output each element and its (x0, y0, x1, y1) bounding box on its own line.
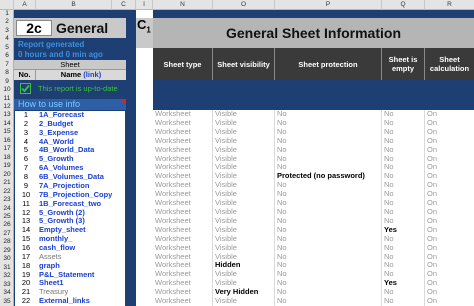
column-head-sheet-visibility: Sheet visibility (213, 48, 275, 80)
spacer-column (126, 10, 136, 306)
row-number[interactable]: 3 (0, 27, 14, 35)
column-head-sheet-type: Sheet type (153, 48, 213, 80)
sheet-group-header: Sheet (14, 60, 126, 70)
right-top-band (153, 10, 474, 18)
how-to-use-info-label: How to use info (18, 99, 81, 109)
list-item: 22 External_links (15, 296, 125, 306)
table-cell-type: Worksheet (155, 296, 191, 306)
row-number[interactable]: 25 (0, 213, 14, 221)
grid-divider (424, 110, 425, 306)
row-number[interactable]: 22 (0, 188, 14, 196)
row-number[interactable]: 29 (0, 247, 14, 255)
section-title: General (56, 20, 109, 36)
row-number[interactable]: 31 (0, 264, 14, 272)
row-number[interactable]: 5 (0, 44, 14, 52)
row-number[interactable]: 16 (0, 137, 14, 145)
list-item: 17 Assets (15, 252, 125, 262)
sheet-link[interactable]: External_links (39, 296, 90, 306)
row-number[interactable]: 33 (0, 281, 14, 289)
column-head-sheet-calculation: Sheet calculation (425, 48, 474, 80)
column-head-sheet-empty: Sheet is empty (382, 48, 425, 80)
sheet-list: 1 1A_Forecast 2 2_Budget 3 3_Expense 4 4A_World… (15, 110, 125, 306)
row-number[interactable]: 19 (0, 162, 14, 170)
row-number[interactable]: 26 (0, 221, 14, 229)
no-column-header: No. (14, 70, 36, 80)
right-header-band (153, 80, 474, 110)
sheet-number: 22 (21, 296, 31, 306)
row-number[interactable]: 32 (0, 272, 14, 280)
column-header[interactable]: Q (382, 0, 425, 10)
section-badge: 2c (16, 20, 52, 36)
column-header[interactable]: P (275, 0, 382, 10)
table-cell-visibility: Visible (215, 296, 237, 306)
column-header[interactable]: B (36, 0, 112, 10)
row-number[interactable]: 24 (0, 205, 14, 213)
table-cell-calc: On (427, 296, 438, 306)
sheet-info-title: General Sheet Information (225, 25, 402, 41)
row-number[interactable]: 14 (0, 120, 14, 128)
sheet-info-title-band: General Sheet Information (153, 18, 474, 48)
row-number[interactable]: 35 (0, 298, 14, 306)
general-header-block: 2c General (14, 18, 126, 38)
grid-divider (274, 110, 275, 306)
check-icon (20, 83, 31, 94)
row-number[interactable]: 1 (0, 10, 14, 18)
table-cell-protection: Protected (no password) (277, 171, 365, 181)
row-number[interactable]: 2 (0, 18, 14, 26)
uptodate-text: This report is up-to-date (38, 84, 118, 93)
row-number[interactable]: 27 (0, 230, 14, 238)
how-to-use-info-link[interactable]: How to use info (14, 99, 126, 110)
column-header[interactable]: I (136, 0, 153, 10)
table-cell-empty: No (384, 296, 394, 306)
column-header-row: A B C I N O P Q R (0, 0, 474, 10)
row-header-column: 1 2 3 4 5 6 7 8 9 10 11 12 13 14 15 16 17 18 19 20 21 22 23 24 2… (0, 10, 14, 306)
row-number[interactable]: 15 (0, 128, 14, 136)
report-age-label: 0 hours and 0 min ago (18, 50, 103, 59)
row-number[interactable]: 18 (0, 154, 14, 162)
row-number[interactable]: 9 (0, 78, 14, 86)
row-number[interactable]: 34 (0, 289, 14, 297)
table-cell-protection: No (277, 296, 287, 306)
section-badge-c: C1 (136, 18, 153, 48)
column-header[interactable]: N (153, 0, 213, 10)
row-number[interactable]: 20 (0, 171, 14, 179)
column-header[interactable]: C (112, 0, 136, 10)
row-number[interactable]: 17 (0, 145, 14, 153)
column-head-sheet-protection: Sheet protection (275, 48, 382, 80)
row-number[interactable]: 7 (0, 61, 14, 69)
column-header[interactable]: A (14, 0, 36, 10)
list-item: 19 P&L_Statement (15, 270, 125, 280)
row-number[interactable]: 11 (0, 95, 14, 103)
row-number[interactable]: 30 (0, 255, 14, 263)
name-column-header: Name (link) (36, 70, 126, 80)
grid-divider (212, 110, 213, 306)
sheet-info-table: Worksheet Visible No No On Worksheet Visible No… (153, 109, 474, 306)
row-number[interactable]: 8 (0, 69, 14, 77)
row-number[interactable]: 28 (0, 238, 14, 246)
row-number[interactable]: 4 (0, 35, 14, 43)
row-number[interactable]: 12 (0, 103, 14, 111)
row-number[interactable]: 6 (0, 52, 14, 60)
grid-divider (381, 110, 382, 306)
select-all-corner[interactable] (0, 0, 14, 10)
row-number[interactable]: 23 (0, 196, 14, 204)
row-number[interactable]: 10 (0, 86, 14, 94)
report-generated-label: Report generated (18, 40, 85, 49)
uptodate-status: This report is up-to-date (14, 80, 126, 98)
row-number[interactable]: 21 (0, 179, 14, 187)
list-item: 20 Sheet1 (15, 279, 125, 288)
column-header[interactable]: R (425, 0, 474, 10)
row-number[interactable]: 13 (0, 111, 14, 119)
list-item: 16 cash_flow (15, 243, 125, 253)
comment-indicator-icon (120, 99, 125, 104)
column-header[interactable]: O (213, 0, 275, 10)
